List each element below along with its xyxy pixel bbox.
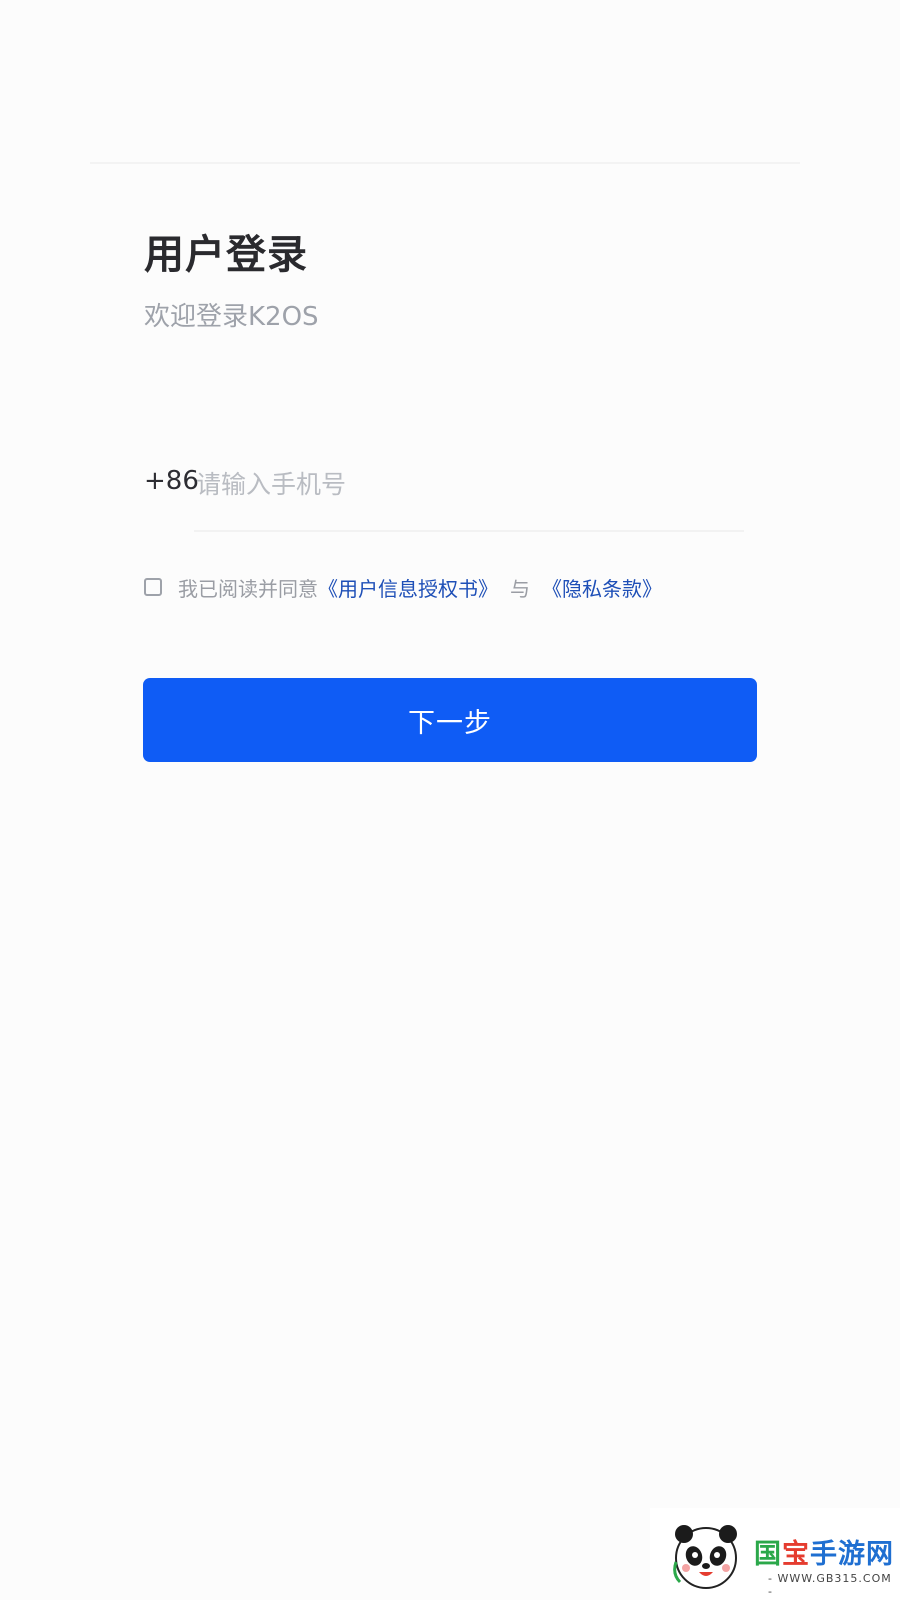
agreement-row: 我已阅读并同意 《用户信息授权书》 与 《隐私条款》 [144, 572, 662, 602]
panda-logo-icon [673, 1525, 737, 1589]
header-divider [90, 162, 800, 164]
watermark-brand: 国宝手游网 [754, 1532, 894, 1571]
user-info-authorization-link[interactable]: 《用户信息授权书》 [318, 573, 498, 602]
phone-input-underline [194, 530, 744, 532]
next-step-button[interactable]: 下一步 [143, 678, 757, 762]
privacy-policy-link[interactable]: 《隐私条款》 [542, 573, 662, 602]
agreement-checkbox[interactable] [144, 578, 162, 596]
watermark-brand-part2: 宝 [782, 1539, 810, 1570]
phone-row: +86 [144, 462, 746, 534]
agreement-prefix-text: 我已阅读并同意 [178, 576, 318, 601]
page-title: 用户登录 [144, 232, 308, 278]
agreement-and-text: 与 [510, 576, 530, 601]
watermark-site: - WWW.GB315.COM - [768, 1572, 892, 1598]
country-code-selector[interactable]: +86 [144, 466, 199, 496]
watermark: 国宝手游网 - WWW.GB315.COM - [650, 1508, 900, 1600]
watermark-brand-part1: 国 [754, 1539, 782, 1570]
page-subtitle: 欢迎登录K2OS [144, 302, 319, 332]
phone-input[interactable] [196, 462, 744, 506]
watermark-brand-part3: 手游网 [810, 1539, 894, 1570]
login-page: 用户登录 欢迎登录K2OS +86 我已阅读并同意 《用户信息授权书》 与 《隐… [0, 0, 900, 1600]
